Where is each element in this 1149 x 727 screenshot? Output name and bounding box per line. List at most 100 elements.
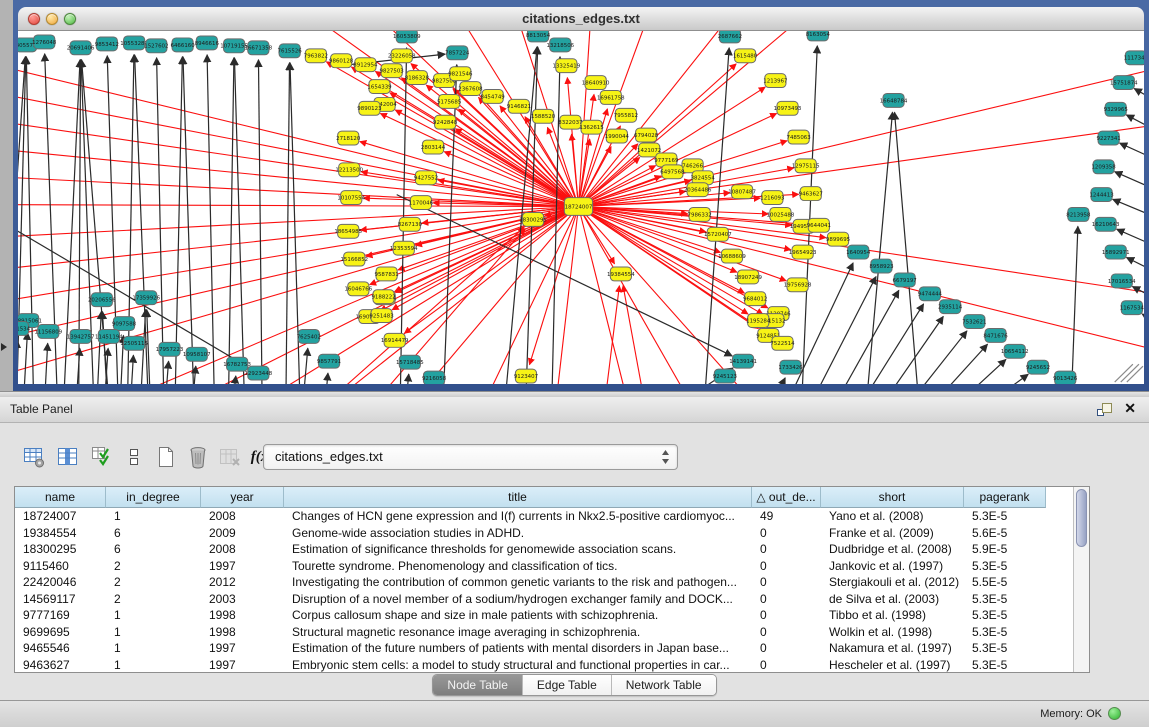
table-row[interactable]: 946554611997Estimation of the future num…	[15, 640, 1073, 657]
graph-node-label: 2803144	[421, 145, 446, 151]
graph-edge[interactable]	[228, 58, 234, 384]
column-header-short[interactable]: short	[821, 487, 964, 508]
column-header-in_degree[interactable]: in_degree	[106, 487, 201, 508]
citation-network-graph[interactable]: 1872400724055724127604820691406985341210…	[18, 31, 1144, 384]
graph-node-label: 15720407	[704, 232, 732, 238]
table-options-icon[interactable]	[20, 443, 48, 471]
graph-edge[interactable]	[43, 343, 47, 384]
graph-node-label: 12975115	[792, 164, 820, 170]
graph-node-label: 8163054	[806, 32, 831, 38]
graph-edge[interactable]	[578, 61, 1144, 207]
graph-edge[interactable]	[912, 344, 988, 384]
window-resize-grip-icon[interactable]	[1115, 364, 1143, 382]
graph-edge[interactable]	[567, 78, 578, 207]
graph-edge[interactable]	[623, 286, 649, 384]
graph-edge[interactable]	[234, 58, 245, 384]
table-cell: 22420046	[15, 574, 106, 591]
window-titlebar[interactable]: citations_edges.txt	[18, 7, 1144, 31]
graph-edge[interactable]	[1070, 226, 1078, 384]
graph-node-label: 18654985	[334, 229, 362, 235]
table-row[interactable]: 1938455462009Genome-wide association stu…	[15, 525, 1073, 542]
column-visibility-icon[interactable]	[54, 443, 82, 471]
table-selector-value: citations_edges.txt	[275, 449, 383, 464]
graph-edge[interactable]	[175, 57, 183, 384]
status-bar: Memory: OK	[0, 700, 1149, 727]
graph-node-label: 8213958	[1066, 212, 1091, 218]
table-row[interactable]: 977716911998Corpus callosum shape and si…	[15, 607, 1073, 624]
table-row[interactable]: 1456911722003Disruption of a novel membe…	[15, 591, 1073, 608]
merge-rows-icon[interactable]	[120, 443, 148, 471]
graph-edge[interactable]	[932, 359, 1006, 384]
float-panel-icon[interactable]	[1096, 402, 1113, 422]
graph-edge[interactable]	[1126, 115, 1144, 148]
graph-edge[interactable]	[258, 60, 262, 384]
table-row[interactable]: 1872400712008Changes of HCN gene express…	[15, 508, 1073, 525]
table-row[interactable]: 911546021997Tourette syndrome. Phenomeno…	[15, 558, 1073, 575]
table-cell: 5.3E-5	[964, 624, 1046, 641]
graph-edge[interactable]	[18, 56, 578, 207]
column-header-name[interactable]: name	[15, 487, 106, 508]
graph-node-label: 7485063	[787, 135, 811, 141]
graph-node-label: 1216093	[760, 196, 784, 202]
graph-edge[interactable]	[955, 374, 1028, 384]
graph-edge[interactable]	[127, 55, 134, 384]
graph-edge[interactable]	[395, 207, 579, 292]
delete-rows-icon[interactable]	[184, 443, 212, 471]
table-cell: 18724007	[15, 508, 106, 525]
table-cell: Disruption of a novel member of a sodium…	[284, 591, 752, 608]
tab-edge-table[interactable]: Edge Table	[523, 675, 612, 695]
select-rows-icon[interactable]	[88, 443, 116, 471]
table-row[interactable]: 969969511998Structural magnetic resonanc…	[15, 624, 1073, 641]
column-header-pagerank[interactable]: pagerank	[964, 487, 1046, 508]
graph-edge[interactable]	[157, 58, 165, 384]
graph-node-label: 6497568	[660, 170, 685, 176]
table-cell: 1997	[201, 640, 284, 657]
graph-node-label: 9188222	[371, 295, 395, 301]
graph-edge[interactable]	[1120, 143, 1144, 175]
table-row[interactable]: 946362711997Embryonic stem cells: a mode…	[15, 657, 1073, 673]
graph-node-label: 7522514	[770, 341, 795, 347]
table-cell: de Silva et al. (2003)	[821, 591, 964, 608]
table-scrollbar-thumb[interactable]	[1076, 489, 1087, 547]
graph-edge[interactable]	[760, 378, 785, 384]
close-panel-icon[interactable]: ✕	[1124, 400, 1136, 417]
column-header-title[interactable]: title	[284, 487, 752, 508]
graph-edge[interactable]	[286, 63, 290, 384]
graph-node-label: 1640954	[846, 250, 871, 256]
graph-node-label: 20364486	[684, 188, 712, 194]
table-selector-dropdown[interactable]: citations_edges.txt	[263, 444, 678, 470]
graph-node-label: 17957223	[156, 347, 184, 353]
graph-edge[interactable]	[22, 332, 27, 384]
table-cell: 5.3E-5	[964, 657, 1046, 673]
table-scrollbar[interactable]	[1073, 487, 1089, 672]
graph-edge[interactable]	[207, 55, 215, 384]
collapse-arrow-icon[interactable]	[1, 343, 7, 351]
graph-edge[interactable]	[801, 46, 818, 384]
graph-edge[interactable]	[1142, 314, 1144, 343]
table-row[interactable]: 1830029562008Estimation of significance …	[15, 541, 1073, 558]
graph-node-label: 19756928	[784, 283, 812, 289]
graph-edge[interactable]	[323, 373, 328, 384]
graph-edge[interactable]	[18, 207, 578, 240]
table-cell: 1998	[201, 624, 284, 641]
tab-node-table[interactable]: Node Table	[433, 675, 523, 695]
graph-edge[interactable]	[102, 312, 108, 384]
graph-edge[interactable]	[301, 348, 308, 384]
graph-edge[interactable]	[578, 207, 1144, 359]
graph-edge[interactable]	[1134, 89, 1144, 121]
graph-edge[interactable]	[799, 277, 876, 384]
column-header-out_de[interactable]: △ out_de...	[752, 487, 821, 508]
graph-node-label: 2718120	[336, 136, 361, 142]
tab-network-table[interactable]: Network Table	[612, 675, 716, 695]
new-table-icon[interactable]	[152, 443, 180, 471]
graph-edge[interactable]	[1115, 172, 1144, 205]
graph-edge[interactable]	[129, 355, 133, 384]
table-cell: 1	[106, 508, 201, 525]
graph-node-label: 20206556	[88, 298, 116, 304]
network-canvas[interactable]: 1872400724055724127604820691406985341210…	[18, 31, 1144, 384]
graph-node-label: 18724007	[565, 204, 593, 210]
table-row[interactable]: 2242004622012Investigating the contribut…	[15, 574, 1073, 591]
graph-edge[interactable]	[404, 374, 409, 384]
column-header-year[interactable]: year	[201, 487, 284, 508]
graph-node-label: 13942757	[67, 334, 95, 340]
